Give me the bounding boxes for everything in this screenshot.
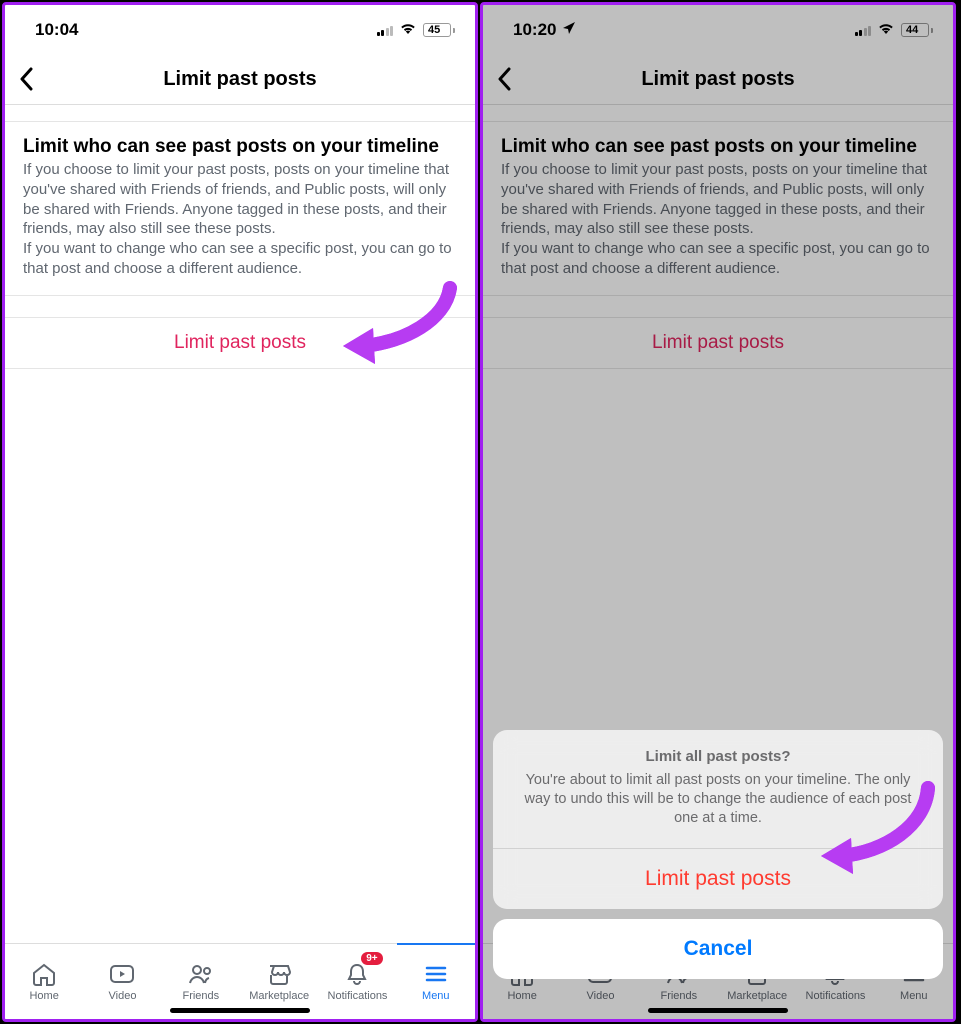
back-button[interactable] xyxy=(19,67,33,97)
confirm-limit-button[interactable]: Limit past posts xyxy=(493,849,943,909)
friends-icon xyxy=(187,962,215,986)
video-icon xyxy=(108,962,136,986)
cancel-label: Cancel xyxy=(684,937,753,960)
tab-video[interactable]: Video xyxy=(83,944,161,1019)
separator xyxy=(483,296,953,318)
section-body-1: If you choose to limit your past posts, … xyxy=(501,160,935,239)
section-body-1: If you choose to limit your past posts, … xyxy=(23,160,457,239)
section-heading: Limit who can see past posts on your tim… xyxy=(501,136,935,158)
notification-badge: 9+ xyxy=(361,952,382,965)
cancel-button[interactable]: Cancel xyxy=(493,919,943,979)
action-sheet: Limit all past posts? You're about to li… xyxy=(493,730,943,979)
home-indicator[interactable] xyxy=(170,1008,310,1013)
active-tab-indicator xyxy=(397,943,475,945)
info-section: Limit who can see past posts on your tim… xyxy=(483,122,953,296)
phone-screenshot-left: 10:04 45 Limit past posts Limit who can … xyxy=(2,2,478,1022)
action-sheet-body: You're about to limit all past posts on … xyxy=(517,771,919,828)
limit-past-posts-label: Limit past posts xyxy=(174,332,306,353)
status-time: 10:04 xyxy=(35,20,78,40)
status-bar: 10:04 45 xyxy=(5,5,475,55)
bell-icon xyxy=(343,962,371,986)
back-button[interactable] xyxy=(497,67,511,97)
confirm-limit-label: Limit past posts xyxy=(645,867,791,890)
status-icons: 44 xyxy=(855,20,934,40)
nav-header: Limit past posts xyxy=(5,55,475,105)
home-indicator[interactable] xyxy=(648,1008,788,1013)
menu-icon xyxy=(422,962,450,986)
home-icon xyxy=(30,962,58,986)
wifi-icon xyxy=(877,20,895,40)
empty-area xyxy=(5,369,475,943)
page-title: Limit past posts xyxy=(163,68,316,91)
tab-notifications[interactable]: 9+ Notifications xyxy=(318,944,396,1019)
phone-screenshot-right: 10:20 44 Limit past posts Limit who can … xyxy=(480,2,956,1022)
limit-past-posts-button[interactable]: Limit past posts xyxy=(5,318,475,369)
action-sheet-title: Limit all past posts? xyxy=(517,748,919,765)
cellular-signal-icon xyxy=(377,24,394,36)
location-icon xyxy=(562,20,576,40)
tab-home[interactable]: Home xyxy=(5,944,83,1019)
cellular-signal-icon xyxy=(855,24,872,36)
battery-icon: 44 xyxy=(901,23,933,37)
separator xyxy=(5,296,475,318)
action-sheet-header: Limit all past posts? You're about to li… xyxy=(493,730,943,849)
page-title: Limit past posts xyxy=(641,68,794,91)
status-time: 10:20 xyxy=(513,20,556,40)
tab-menu[interactable]: Menu xyxy=(397,944,475,1019)
marketplace-icon xyxy=(265,962,293,986)
info-section: Limit who can see past posts on your tim… xyxy=(5,122,475,296)
nav-header: Limit past posts xyxy=(483,55,953,105)
separator xyxy=(5,104,475,122)
limit-past-posts-button[interactable]: Limit past posts xyxy=(483,318,953,369)
status-icons: 45 xyxy=(377,20,456,40)
status-bar: 10:20 44 xyxy=(483,5,953,55)
battery-icon: 45 xyxy=(423,23,455,37)
limit-past-posts-label: Limit past posts xyxy=(652,332,784,353)
separator xyxy=(483,104,953,122)
section-body-2: If you want to change who can see a spec… xyxy=(501,239,935,279)
section-heading: Limit who can see past posts on your tim… xyxy=(23,136,457,158)
wifi-icon xyxy=(399,20,417,40)
section-body-2: If you want to change who can see a spec… xyxy=(23,239,457,279)
